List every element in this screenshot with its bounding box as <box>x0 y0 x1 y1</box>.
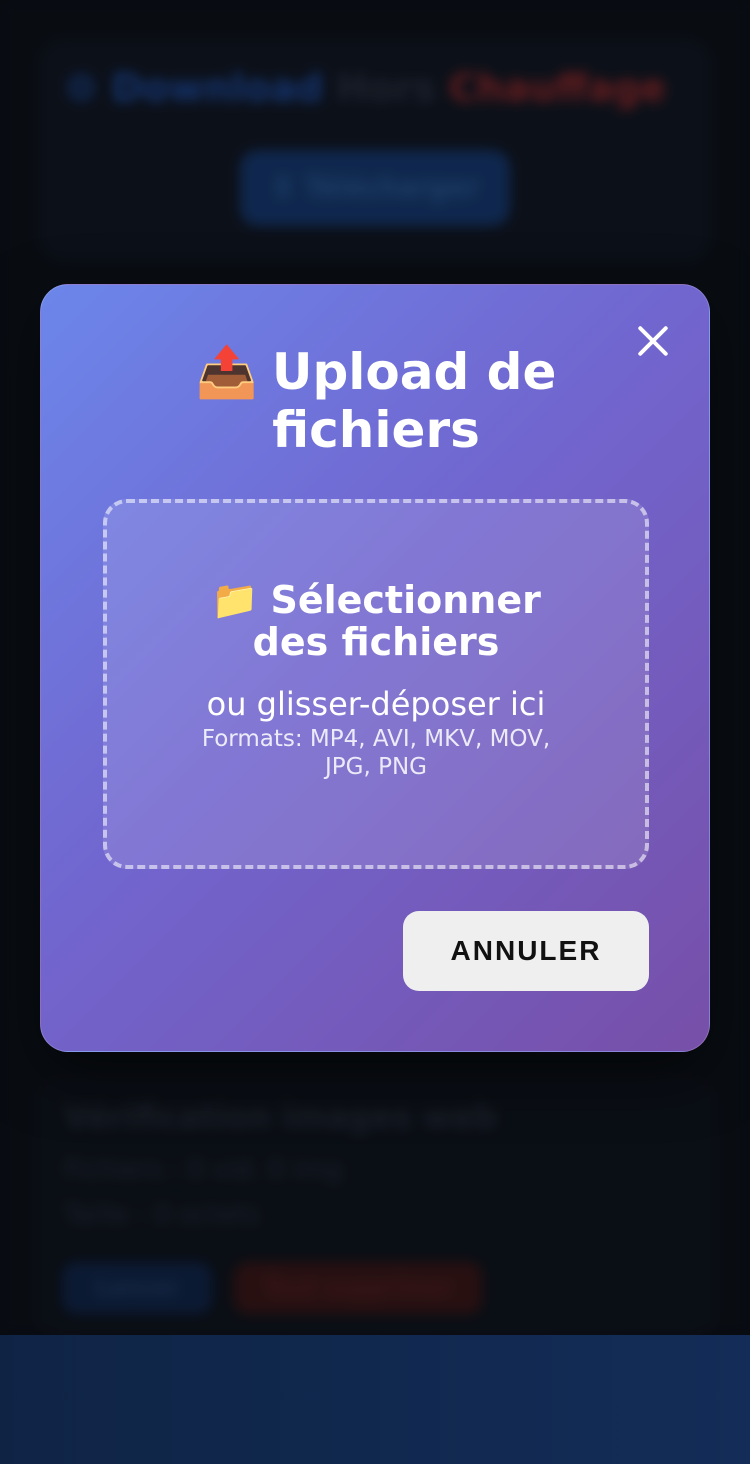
select-files-label: Sélectionner des fichiers <box>252 578 541 664</box>
folder-icon: 📁 <box>211 578 259 622</box>
modal-title-text: Upload de fichiers <box>271 343 557 459</box>
upload-modal: 📤 Upload de fichiers 📁 Sélectionner des fi… <box>40 284 710 1052</box>
bottom-band <box>0 1335 750 1464</box>
outbox-tray-icon: 📤 <box>195 343 258 401</box>
supported-formats: Formats: MP4, AVI, MKV, MOV, JPG, PNG <box>201 726 551 780</box>
drop-hint: ou glisser-déposer ici <box>206 685 546 723</box>
file-drop-zone[interactable]: 📁 Sélectionner des fichiers ou glisser-dé… <box>103 499 649 869</box>
close-icon[interactable] <box>631 319 675 363</box>
select-files-button[interactable]: 📁 Sélectionner des fichiers <box>196 579 556 663</box>
cancel-button[interactable]: ANNULER <box>403 911 649 991</box>
modal-title: 📤 Upload de fichiers <box>161 343 591 459</box>
